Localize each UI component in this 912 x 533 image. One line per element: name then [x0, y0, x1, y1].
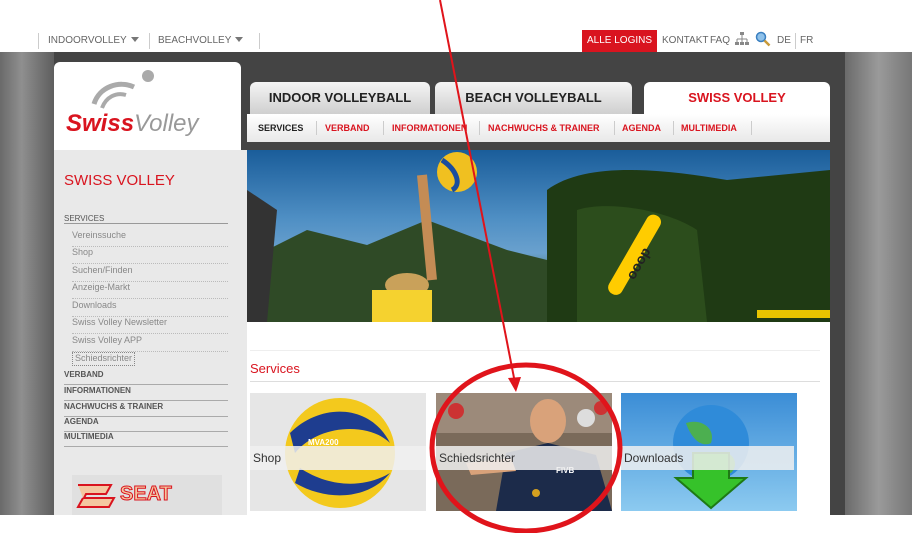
seat-advertisement[interactable]: SEAT [72, 475, 222, 515]
subnav-services[interactable]: SERVICES [258, 123, 303, 133]
swissvolley-logo[interactable]: SwissVolley [54, 62, 241, 150]
divider [259, 33, 260, 49]
background-photo-right [845, 52, 912, 515]
subnav-nachwuchs-trainer[interactable]: NACHWUCHS & TRAINER [488, 123, 600, 133]
schiedsrichter-tile[interactable]: FIVB Schiedsrichter [436, 393, 612, 511]
divider [38, 33, 39, 49]
sidebar-item-vereinssuche[interactable]: Vereinssuche [72, 230, 228, 247]
divider [795, 33, 796, 49]
sidebar-item-shop[interactable]: Shop [72, 247, 228, 264]
divider [479, 121, 480, 135]
downloads-tile-label: Downloads [621, 446, 794, 470]
divider [614, 121, 615, 135]
divider [383, 121, 384, 135]
tab-swiss-volley[interactable]: SWISS VOLLEY [644, 82, 830, 114]
shop-tile[interactable]: MVA200 Shop [250, 393, 426, 511]
beach-volleyball-photo: ooop [247, 152, 830, 322]
divider [673, 121, 674, 135]
divider [149, 33, 150, 49]
lang-fr-link[interactable]: FR [800, 35, 813, 46]
tab-indoor-volleyball[interactable]: INDOOR VOLLEYBALL [250, 82, 430, 114]
logo-brand-volley: Volley [134, 110, 199, 137]
sidebar-item-multimedia[interactable]: MULTIMEDIA [64, 432, 228, 447]
main-content: ooop Services MVA200 Shop FIVB Schiedsri… [247, 150, 830, 515]
beachvolley-dropdown[interactable]: BEACHVOLLEY [158, 35, 244, 46]
sidebar-item-verband[interactable]: VERBAND [64, 370, 228, 385]
chevron-down-icon [130, 37, 139, 42]
sidebar-item-agenda[interactable]: AGENDA [64, 417, 228, 432]
divider [316, 121, 317, 135]
sidebar-item-downloads[interactable]: Downloads [72, 300, 228, 317]
seat-ad-text: SEAT [120, 483, 173, 506]
divider [751, 121, 752, 135]
sub-navigation: SERVICES VERBAND INFORMATIONEN NACHWUCHS… [247, 114, 830, 142]
sidebar-section-services[interactable]: SERVICES [64, 214, 228, 224]
sidebar-item-suchen-finden[interactable]: Suchen/Finden [72, 265, 228, 282]
services-section-header: Services [250, 350, 820, 382]
downloads-tile[interactable]: Downloads [621, 393, 797, 511]
subnav-multimedia[interactable]: MULTIMEDIA [681, 123, 737, 133]
subnav-verband[interactable]: VERBAND [325, 123, 370, 133]
faq-link[interactable]: FAQ [710, 35, 730, 46]
shop-tile-label: Shop [250, 446, 426, 470]
sidebar-item-newsletter[interactable]: Swiss Volley Newsletter [72, 317, 228, 334]
background-photo-left [0, 52, 54, 515]
beachvolley-label: BEACHVOLLEY [158, 35, 232, 46]
page-bottom [0, 515, 912, 533]
sidebar-item-schiedsrichter[interactable]: Schiedsrichter [72, 352, 136, 366]
sidebar-item-app[interactable]: Swiss Volley APP [72, 335, 228, 352]
sidebar-item-nachwuchs-trainer[interactable]: NACHWUCHS & TRAINER [64, 402, 228, 417]
indoorvolley-label: INDOORVOLLEY [48, 35, 127, 46]
seat-logo-icon [76, 484, 116, 508]
indoorvolley-dropdown[interactable]: INDOORVOLLEY [48, 35, 139, 46]
sidebar-item-anzeige-markt[interactable]: Anzeige-Markt [72, 282, 228, 299]
sidebar: SWISS VOLLEY SERVICES Vereinssuche Shop … [54, 150, 247, 515]
top-utility-bar: INDOORVOLLEY BEACHVOLLEY KONTAKT FAQ DE … [0, 30, 912, 52]
search-icon[interactable] [755, 31, 771, 50]
hero-image: ooop [247, 150, 830, 322]
subnav-informationen[interactable]: INFORMATIONEN [392, 123, 467, 133]
tab-beach-volleyball[interactable]: BEACH VOLLEYBALL [435, 82, 632, 114]
sitemap-icon[interactable] [735, 32, 749, 49]
sidebar-item-informationen[interactable]: INFORMATIONEN [64, 386, 228, 401]
sidebar-title: SWISS VOLLEY [64, 172, 175, 189]
schiedsrichter-tile-label: Schiedsrichter [436, 446, 612, 470]
page-stage: SwissVolley INDOOR VOLLEYBALL BEACH VOLL… [0, 52, 912, 515]
logo-brand-swiss: Swiss [66, 110, 135, 137]
alle-logins-button[interactable]: ALLE LOGINS [582, 30, 658, 52]
logo-text: SwissVolley [66, 110, 199, 138]
lang-de-link[interactable]: DE [777, 35, 791, 46]
services-heading: Services [250, 361, 300, 376]
kontakt-link[interactable]: KONTAKT [662, 35, 708, 46]
subnav-agenda[interactable]: AGENDA [622, 123, 661, 133]
chevron-down-icon [235, 37, 244, 42]
